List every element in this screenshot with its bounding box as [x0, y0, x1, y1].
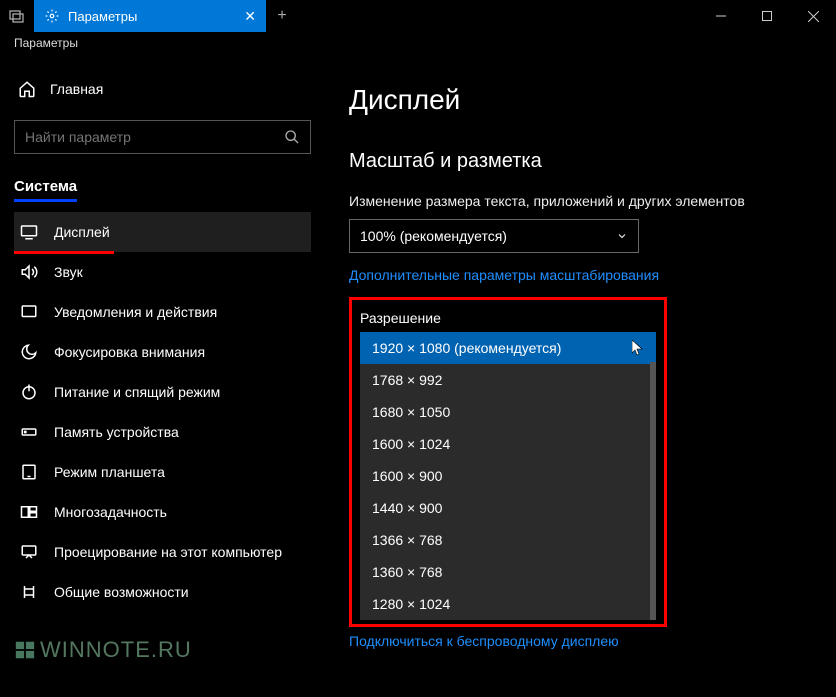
maximize-button[interactable] [744, 0, 790, 32]
titlebar: Параметры ✕ + [0, 0, 836, 32]
gear-icon [44, 8, 60, 24]
scale-value: 100% (рекомендуется) [360, 228, 507, 244]
resolution-option[interactable]: 1440 × 900 [360, 492, 656, 524]
resolution-option[interactable]: 1768 × 992 [360, 364, 656, 396]
search-icon [284, 129, 300, 145]
nav-label: Режим планшета [54, 464, 165, 480]
close-button[interactable] [790, 0, 836, 32]
scale-heading: Масштаб и разметка [349, 150, 816, 173]
page-title: Дисплей [349, 84, 816, 116]
nav-label: Звук [54, 264, 83, 280]
power-icon [20, 383, 38, 401]
home-icon [18, 80, 36, 98]
nav-storage[interactable]: Память устройства [14, 412, 311, 452]
close-tab-icon[interactable]: ✕ [244, 8, 256, 25]
multitask-icon [20, 503, 38, 521]
nav-label: Питание и спящий режим [54, 384, 220, 400]
app-label: Параметры [0, 32, 836, 60]
home-label: Главная [50, 81, 103, 97]
tab-label: Параметры [68, 9, 137, 24]
new-tab-button[interactable]: + [266, 0, 298, 32]
resolution-option[interactable]: 1366 × 768 [360, 524, 656, 556]
resolution-option[interactable]: 1600 × 1024 [360, 428, 656, 460]
search-input[interactable] [25, 129, 284, 145]
resolution-option[interactable]: 1600 × 900 [360, 460, 656, 492]
shared-icon [20, 583, 38, 601]
resolution-option[interactable]: 1680 × 1050 [360, 396, 656, 428]
nav-display[interactable]: Дисплей [14, 212, 311, 252]
cursor-icon [632, 340, 644, 356]
nav-multitask[interactable]: Многозадачность [14, 492, 311, 532]
resolution-box: Разрешение 1920 × 1080 (рекомендуется) 1… [349, 297, 667, 627]
settings-tab[interactable]: Параметры ✕ [34, 0, 266, 32]
resolution-option[interactable]: 1360 × 768 [360, 556, 656, 588]
task-view-icon[interactable] [0, 0, 34, 32]
nav-label: Многозадачность [54, 504, 167, 520]
scale-label: Изменение размера текста, приложений и д… [349, 193, 816, 209]
windows-logo-icon [14, 639, 36, 661]
nav-label: Уведомления и действия [54, 304, 217, 320]
nav-label: Общие возможности [54, 584, 189, 600]
nav-label: Проецирование на этот компьютер [54, 544, 282, 560]
nav-sound[interactable]: Звук [14, 252, 311, 292]
nav-notifications[interactable]: Уведомления и действия [14, 292, 311, 332]
sidebar: Главная Система Дисплей Звук Уведомления… [0, 60, 325, 697]
nav-label: Фокусировка внимания [54, 344, 205, 360]
nav-shared[interactable]: Общие возможности [14, 572, 311, 612]
scale-dropdown[interactable]: 100% (рекомендуется) [349, 219, 639, 253]
display-icon [20, 223, 38, 241]
nav-focus[interactable]: Фокусировка внимания [14, 332, 311, 372]
resolution-option[interactable]: 1280 × 1024 [360, 588, 656, 620]
minimize-button[interactable] [698, 0, 744, 32]
search-box[interactable] [14, 120, 311, 154]
nav-projecting[interactable]: Проецирование на этот компьютер [14, 532, 311, 572]
tablet-icon [20, 463, 38, 481]
scrollbar[interactable] [650, 362, 656, 620]
content: Дисплей Масштаб и разметка Изменение раз… [325, 60, 836, 697]
nav-power[interactable]: Питание и спящий режим [14, 372, 311, 412]
resolution-option[interactable]: 1920 × 1080 (рекомендуется) [360, 332, 656, 364]
sound-icon [20, 263, 38, 281]
watermark: WINNOTE.RU [14, 637, 192, 663]
storage-icon [20, 423, 38, 441]
moon-icon [20, 343, 38, 361]
home-link[interactable]: Главная [14, 72, 311, 106]
notification-icon [20, 303, 38, 321]
resolution-label: Разрешение [360, 310, 656, 326]
nav-tablet[interactable]: Режим планшета [14, 452, 311, 492]
nav-label: Память устройства [54, 424, 179, 440]
window-controls [698, 0, 836, 32]
advanced-scaling-link[interactable]: Дополнительные параметры масштабирования [349, 267, 816, 283]
resolution-dropdown-list[interactable]: 1920 × 1080 (рекомендуется) 1768 × 992 1… [360, 332, 656, 620]
wireless-display-link[interactable]: Подключиться к беспроводному дисплею [349, 633, 816, 649]
chevron-down-icon [616, 230, 628, 242]
nav-label: Дисплей [54, 224, 110, 240]
section-label: Система [14, 174, 77, 202]
nav-list: Дисплей Звук Уведомления и действия Фоку… [14, 212, 311, 612]
project-icon [20, 543, 38, 561]
